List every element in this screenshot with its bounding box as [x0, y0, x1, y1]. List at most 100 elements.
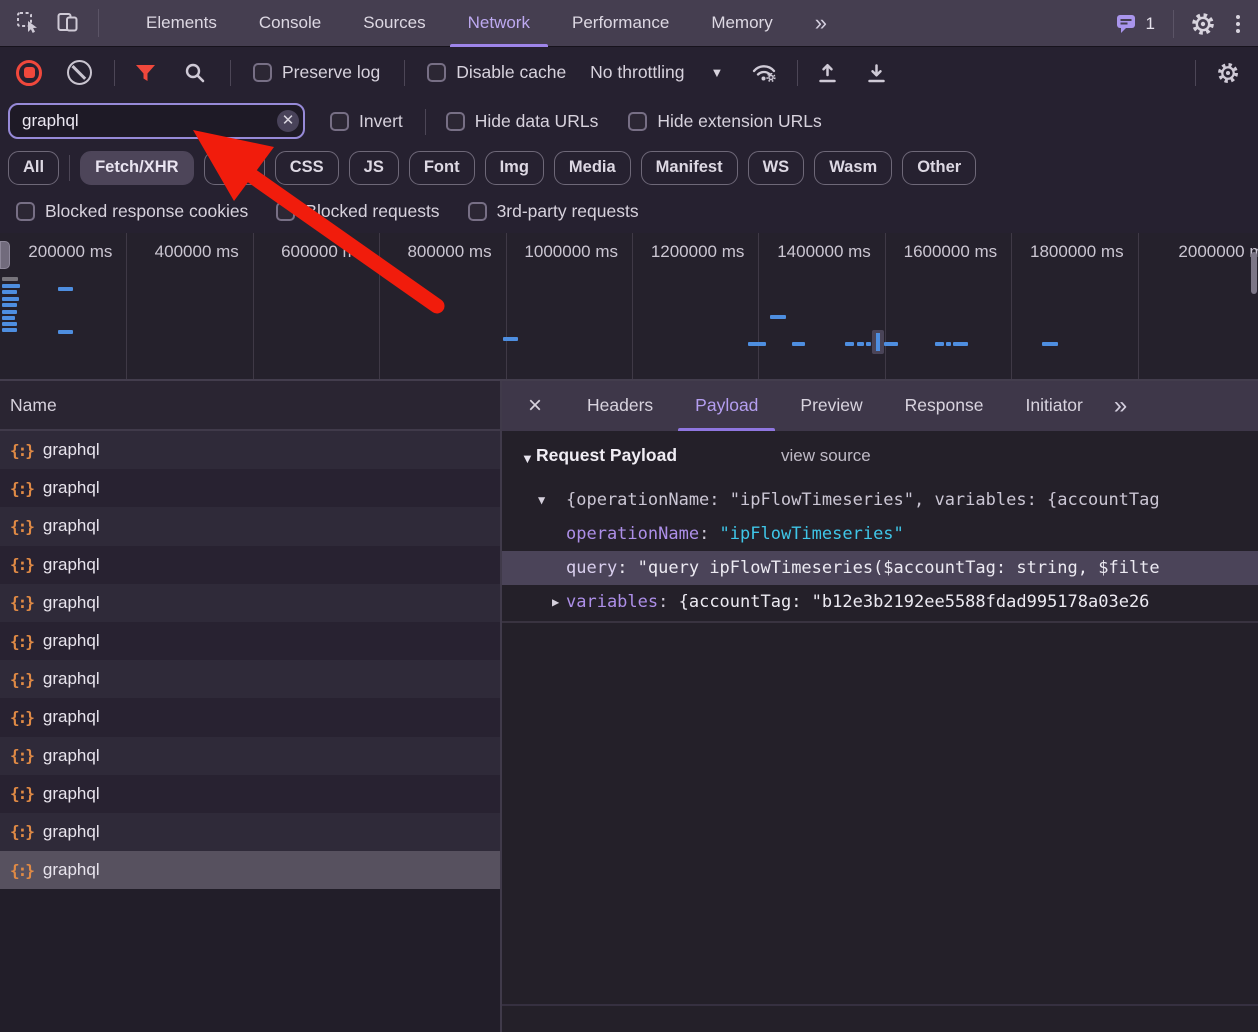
3rd-party-requests-checkbox[interactable] — [468, 202, 487, 221]
payload-row[interactable]: operationName: "ipFlowTimeseries" — [502, 517, 1258, 551]
filter-chip-all[interactable]: All — [8, 151, 59, 185]
issues-icon[interactable] — [1116, 13, 1138, 35]
search-icon[interactable] — [184, 62, 206, 84]
request-name: graphql — [43, 784, 100, 804]
json-request-icon: {:} — [10, 822, 33, 841]
filter-chip-ws[interactable]: WS — [748, 151, 805, 185]
filter-chip-fetchxhr[interactable]: Fetch/XHR — [80, 151, 193, 185]
json-request-icon: {:} — [10, 517, 33, 536]
filter-chip-js[interactable]: JS — [349, 151, 399, 185]
tab-memory[interactable]: Memory — [690, 0, 793, 47]
waterfall-bar — [2, 310, 17, 314]
request-row[interactable]: {:}graphql — [0, 851, 501, 889]
device-toolbar-icon[interactable] — [56, 11, 80, 35]
more-detail-tabs-chevron[interactable]: » — [1114, 381, 1127, 431]
invert-checkbox[interactable] — [330, 112, 349, 131]
payload-row[interactable]: ▼ {operationName: "ipFlowTimeseries", var… — [502, 483, 1258, 517]
tab-sources[interactable]: Sources — [342, 0, 446, 47]
request-row[interactable]: {:}graphql — [0, 469, 501, 507]
request-row[interactable]: {:}graphql — [0, 775, 501, 813]
blocked-filter-group: 3rd-party requests — [468, 201, 639, 222]
request-detail-panel: × HeadersPayloadPreviewResponseInitiator… — [502, 381, 1258, 1032]
inspect-element-icon[interactable] — [16, 11, 40, 35]
filter-input[interactable] — [8, 103, 305, 139]
devtools-tabbar: ElementsConsoleSourcesNetworkPerformance… — [0, 0, 1258, 47]
detail-tab-response[interactable]: Response — [884, 381, 1005, 431]
timeline-left-scroll-handle[interactable] — [0, 241, 10, 269]
hide-data-urls-checkbox[interactable] — [446, 112, 465, 131]
section-expander-icon[interactable]: ▼ — [521, 451, 534, 466]
blocked-response-cookies-checkbox[interactable] — [16, 202, 35, 221]
request-row[interactable]: {:}graphql — [0, 507, 501, 545]
filter-chip-other[interactable]: Other — [902, 151, 976, 185]
toolbar-divider — [1195, 60, 1196, 86]
more-tabs-chevron[interactable]: » — [794, 0, 848, 46]
network-conditions-icon[interactable] — [751, 62, 777, 83]
toolbar-divider — [797, 60, 798, 86]
filter-chip-css[interactable]: CSS — [275, 151, 339, 185]
payload-row[interactable]: query: "query ipFlowTimeseries($accountT… — [502, 551, 1258, 585]
expanded-arrow-icon[interactable]: ▼ — [538, 483, 545, 517]
name-column-header[interactable]: Name — [0, 381, 501, 431]
detail-tab-preview[interactable]: Preview — [779, 381, 883, 431]
tab-network[interactable]: Network — [447, 0, 551, 47]
view-source-link[interactable]: view source — [781, 446, 871, 466]
request-row[interactable]: {:}graphql — [0, 622, 501, 660]
request-name: graphql — [43, 440, 100, 460]
request-row[interactable]: {:}graphql — [0, 813, 501, 851]
record-network-log-button[interactable] — [16, 60, 42, 86]
filter-funnel-icon[interactable] — [135, 64, 156, 82]
clear-filter-icon[interactable]: ✕ — [277, 110, 299, 132]
preserve-log-checkbox[interactable] — [253, 63, 272, 82]
export-har-icon[interactable] — [865, 61, 888, 84]
request-name: graphql — [43, 746, 100, 766]
blocked-requests-checkbox[interactable] — [276, 202, 295, 221]
filter-chip-wasm[interactable]: Wasm — [814, 151, 892, 185]
request-row[interactable]: {:}graphql — [0, 698, 501, 736]
timeline-tick-label: 1000000 ms — [498, 242, 618, 262]
hide-extension-urls-checkbox[interactable] — [628, 112, 647, 131]
request-row[interactable]: {:}graphql — [0, 431, 501, 469]
waterfall-bar — [2, 284, 20, 288]
throttling-select[interactable]: No throttling — [590, 62, 684, 83]
payload-text-segment: "query ipFlowTimeseries($accountTag: str… — [638, 558, 1160, 578]
settings-gear-icon[interactable] — [1190, 11, 1216, 37]
filter-chip-doc[interactable]: Doc — [204, 151, 265, 185]
filter-chip-font[interactable]: Font — [409, 151, 475, 185]
tab-console[interactable]: Console — [238, 0, 342, 47]
disable-cache-checkbox[interactable] — [427, 63, 446, 82]
request-name: graphql — [43, 860, 100, 880]
waterfall-bar — [792, 342, 805, 346]
payload-tree: ▼ {operationName: "ipFlowTimeseries", var… — [502, 483, 1258, 619]
collapsed-arrow-icon[interactable]: ▶ — [552, 585, 559, 619]
import-har-icon[interactable] — [816, 61, 839, 84]
filter-chip-manifest[interactable]: Manifest — [641, 151, 738, 185]
request-row[interactable]: {:}graphql — [0, 584, 501, 622]
detail-tab-initiator[interactable]: Initiator — [1004, 381, 1103, 431]
request-row[interactable]: {:}graphql — [0, 737, 501, 775]
toolbar-divider — [114, 60, 115, 86]
chip-divider — [69, 155, 70, 181]
request-row[interactable]: {:}graphql — [0, 546, 501, 584]
clear-network-log-button[interactable] — [67, 60, 92, 85]
detail-tab-headers[interactable]: Headers — [566, 381, 674, 431]
filter-bar: ✕ Invert Hide data URLs Hide extension U… — [0, 97, 1258, 146]
waterfall-bar — [2, 328, 17, 332]
tab-elements[interactable]: Elements — [125, 0, 238, 47]
request-payload-section: ▼ Request Payload view source — [502, 443, 1258, 475]
payload-text-segment: "ipFlowTimeseries" — [720, 524, 904, 544]
timeline-scrollbar-handle[interactable] — [1251, 252, 1257, 294]
payload-row[interactable]: ▶variables: {accountTag: "b12e3b2192ee55… — [502, 585, 1258, 619]
filter-chip-img[interactable]: Img — [485, 151, 544, 185]
request-row[interactable]: {:}graphql — [0, 660, 501, 698]
more-options-kebab-icon[interactable] — [1232, 11, 1244, 37]
network-settings-gear-icon[interactable] — [1216, 61, 1240, 85]
network-overview-timeline[interactable]: 200000 ms400000 ms600000 ms800000 ms1000… — [0, 233, 1258, 381]
close-detail-icon[interactable]: × — [520, 392, 550, 420]
tab-performance[interactable]: Performance — [551, 0, 690, 47]
section-title: Request Payload — [536, 445, 677, 466]
payload-text-segment: {operationName: "ipFlowTimeseries", vari… — [566, 490, 1160, 510]
json-request-icon: {:} — [10, 670, 33, 689]
filter-chip-media[interactable]: Media — [554, 151, 631, 185]
detail-tab-payload[interactable]: Payload — [674, 381, 779, 431]
